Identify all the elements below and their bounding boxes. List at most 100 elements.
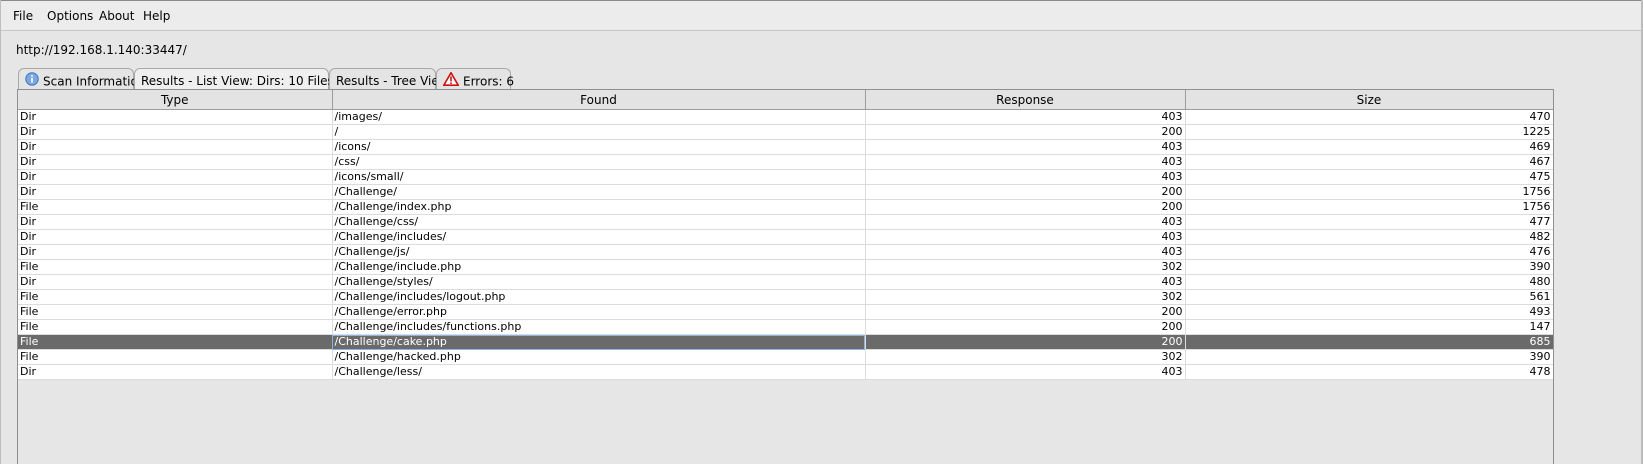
cell-response: 200 <box>865 184 1186 200</box>
table-row[interactable]: File/Challenge/cake.php 200 685 <box>18 334 1553 350</box>
cell-found: /Challenge/css/ <box>332 214 866 230</box>
table-row[interactable]: File/Challenge/includes/functions.php 200… <box>18 319 1553 335</box>
cell-found: / <box>332 124 866 140</box>
cell-response: 302 <box>865 289 1186 305</box>
table-row[interactable]: Dir/Challenge/200 1756 <box>18 184 1553 200</box>
cell-response: 403 <box>865 109 1186 125</box>
target-url: http://192.168.1.140:33447/ <box>16 43 187 57</box>
cell-response: 403 <box>865 214 1186 230</box>
cell-found: /Challenge/includes/functions.php <box>332 319 866 335</box>
results-table-container[interactable]: Type Found Response Size Dir/images/403 4… <box>17 89 1554 464</box>
table-row[interactable]: Dir/images/403 470 <box>18 109 1553 125</box>
cell-size: 147 <box>1185 319 1553 335</box>
cell-found: /Challenge/error.php <box>332 304 866 320</box>
cell-type: Dir <box>18 139 333 155</box>
cell-response: 302 <box>865 349 1186 365</box>
info-icon <box>25 72 39 90</box>
window-left-border <box>0 0 1 464</box>
cell-response: 302 <box>865 259 1186 275</box>
table-header-row: Type Found Response Size <box>18 90 1553 110</box>
cell-found: /Challenge/styles/ <box>332 274 866 290</box>
cell-response: 200 <box>865 334 1186 350</box>
cell-found: /Challenge/include.php <box>332 259 866 275</box>
cell-response: 200 <box>865 199 1186 215</box>
cell-size: 480 <box>1185 274 1553 290</box>
table-row[interactable]: Dir/Challenge/css/403 477 <box>18 214 1553 230</box>
table-row[interactable]: File/Challenge/error.php 200 493 <box>18 304 1553 320</box>
cell-response: 403 <box>865 364 1186 380</box>
cell-size: 1756 <box>1185 199 1553 215</box>
table-row[interactable]: File/Challenge/includes/logout.php 302 561 <box>18 289 1553 305</box>
table-row[interactable]: Dir/Challenge/styles/403 480 <box>18 274 1553 290</box>
cell-response: 403 <box>865 139 1186 155</box>
table-row[interactable]: Dir/Challenge/includes/403 482 <box>18 229 1553 245</box>
cell-response: 403 <box>865 274 1186 290</box>
tab-scan-information-label: Scan Information <box>43 74 146 89</box>
cell-found: /icons/small/ <box>332 169 866 185</box>
tab-results-list-view[interactable]: Results - List View: Dirs: 10 Files: 7 <box>134 68 349 90</box>
cell-response: 200 <box>865 124 1186 140</box>
menu-help[interactable]: Help <box>143 9 170 23</box>
cell-size: 1756 <box>1185 184 1553 200</box>
cell-found: /Challenge/ <box>332 184 866 200</box>
cell-found: /Challenge/cake.php <box>332 334 866 350</box>
cell-type: File <box>18 319 333 335</box>
table-row[interactable]: Dir/icons/403 469 <box>18 139 1553 155</box>
menu-file[interactable]: File <box>13 9 33 23</box>
tab-results-tree-view[interactable]: Results - Tree View <box>329 68 449 90</box>
column-header-size[interactable]: Size <box>1185 90 1553 110</box>
cell-size: 475 <box>1185 169 1553 185</box>
cell-size: 469 <box>1185 139 1553 155</box>
cell-type: File <box>18 289 333 305</box>
menu-options[interactable]: Options <box>47 9 93 23</box>
cell-size: 493 <box>1185 304 1553 320</box>
cell-type: Dir <box>18 229 333 245</box>
cell-type: Dir <box>18 364 333 380</box>
cell-size: 482 <box>1185 229 1553 245</box>
cell-response: 200 <box>865 304 1186 320</box>
warning-icon <box>442 71 460 90</box>
cell-type: File <box>18 259 333 275</box>
table-row[interactable]: File/Challenge/include.php 302 390 <box>18 259 1553 275</box>
cell-response: 403 <box>865 229 1186 245</box>
table-row[interactable]: Dir/200 1225 <box>18 124 1553 140</box>
cell-type: Dir <box>18 244 333 260</box>
cell-found: /icons/ <box>332 139 866 155</box>
cell-found: /Challenge/js/ <box>332 244 866 260</box>
cell-size: 390 <box>1185 349 1553 365</box>
cell-size: 476 <box>1185 244 1553 260</box>
cell-found: /Challenge/hacked.php <box>332 349 866 365</box>
cell-type: Dir <box>18 214 333 230</box>
cell-size: 477 <box>1185 214 1553 230</box>
cell-size: 1225 <box>1185 124 1553 140</box>
table-row[interactable]: File/Challenge/index.php 200 1756 <box>18 199 1553 215</box>
table-row[interactable]: Dir/Challenge/less/403 478 <box>18 364 1553 380</box>
cell-found: /Challenge/includes/logout.php <box>332 289 866 305</box>
tab-scan-information[interactable]: Scan Information <box>18 68 145 90</box>
cell-found: /css/ <box>332 154 866 170</box>
cell-type: File <box>18 349 333 365</box>
cell-type: Dir <box>18 169 333 185</box>
column-header-response[interactable]: Response <box>865 90 1186 110</box>
cell-found: /images/ <box>332 109 866 125</box>
cell-type: Dir <box>18 184 333 200</box>
cell-type: File <box>18 199 333 215</box>
cell-type: File <box>18 304 333 320</box>
column-header-found[interactable]: Found <box>332 90 866 110</box>
table-row[interactable]: File/Challenge/hacked.php 302 390 <box>18 349 1553 365</box>
cell-response: 403 <box>865 154 1186 170</box>
table-row[interactable]: Dir/Challenge/js/403 476 <box>18 244 1553 260</box>
cell-type: Dir <box>18 124 333 140</box>
menu-about[interactable]: About <box>99 9 134 23</box>
cell-response: 200 <box>865 319 1186 335</box>
column-header-type[interactable]: Type <box>18 90 333 110</box>
results-table: Type Found Response Size Dir/images/403 4… <box>18 90 1553 380</box>
table-row[interactable]: Dir/css/403 467 <box>18 154 1553 170</box>
cell-size: 390 <box>1185 259 1553 275</box>
cell-type: Dir <box>18 274 333 290</box>
cell-found: /Challenge/index.php <box>332 199 866 215</box>
tab-errors[interactable]: Errors: 6 <box>436 68 514 90</box>
table-row[interactable]: Dir/icons/small/403 475 <box>18 169 1553 185</box>
cell-found: /Challenge/includes/ <box>332 229 866 245</box>
cell-type: File <box>18 334 333 350</box>
